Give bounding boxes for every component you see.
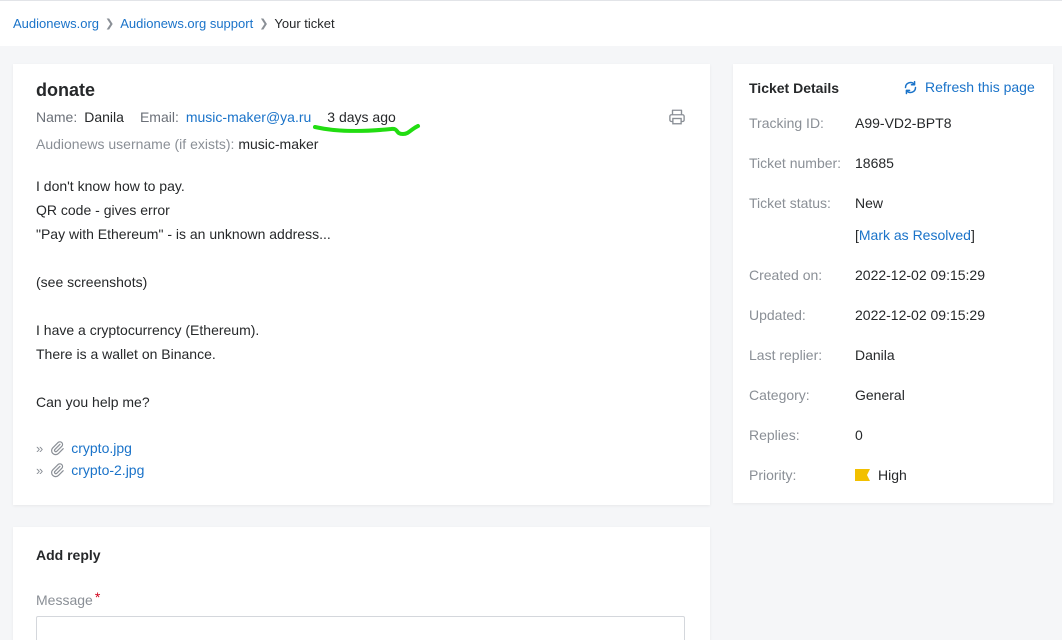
message-line: QR code - gives error: [36, 202, 170, 218]
message-line: I don't know how to pay.: [36, 178, 185, 194]
top-bar: Audionews.org ❯ Audionews.org support ❯ …: [0, 0, 1062, 46]
chevron-right-icon: ❯: [105, 18, 115, 30]
message-line: [36, 294, 676, 318]
replies-value: 0: [855, 427, 863, 443]
category-value: General: [855, 387, 905, 403]
detail-label: Last replier:: [749, 347, 823, 363]
refresh-page-link[interactable]: Refresh this page: [903, 79, 1035, 95]
add-reply-card: Add reply Message *: [13, 527, 710, 640]
required-asterisk: *: [94, 589, 101, 605]
mark-resolved-link[interactable]: Mark as Resolved: [859, 227, 971, 243]
detail-label: Ticket number:: [749, 155, 842, 171]
detail-label: Tracking ID:: [749, 115, 824, 131]
message-textarea[interactable]: [36, 616, 685, 640]
name-label: Name:: [36, 109, 78, 125]
message-line: "Pay with Ethereum" - is an unknown addr…: [36, 226, 331, 242]
detail-label: Category:: [749, 387, 810, 403]
ticket-message: I don't know how to pay. QR code - gives…: [36, 174, 676, 414]
message-line: [36, 366, 676, 390]
refresh-label[interactable]: Refresh this page: [925, 79, 1035, 95]
username-value: music-maker: [238, 136, 319, 152]
detail-label: Priority:: [749, 467, 797, 483]
requester-name: Danila: [84, 109, 124, 125]
priority-flag-icon: [855, 469, 870, 481]
attachment-item: » crypto.jpg: [36, 437, 144, 459]
breadcrumb-current: Your ticket: [274, 16, 335, 31]
message-line: I have a cryptocurrency (Ethereum).: [36, 322, 260, 338]
created-value: 2022-12-02 09:15:29: [855, 267, 985, 283]
add-reply-title: Add reply: [36, 547, 101, 563]
email-label: Email:: [139, 109, 179, 125]
message-label-text: Message: [36, 592, 93, 608]
bullet-icon: »: [36, 462, 44, 478]
priority-value: High: [855, 467, 907, 483]
mark-resolved: [Mark as Resolved]: [855, 227, 975, 243]
ticket-card: donate Name: Danila Email: music-maker@y…: [13, 64, 710, 505]
detail-label: Updated:: [749, 307, 806, 323]
refresh-icon: [904, 80, 917, 94]
ticket-number-value: 18685: [855, 155, 894, 171]
message-line: There is a wallet on Binance.: [36, 346, 216, 362]
requester-email-link[interactable]: music-maker@ya.ru: [186, 109, 311, 125]
last-replier-value: Danila: [855, 347, 895, 363]
detail-label: Created on:: [749, 267, 823, 283]
details-title: Ticket Details: [749, 80, 840, 96]
paperclip-icon: [51, 441, 65, 456]
ticket-title: donate: [36, 80, 96, 100]
bracket-close: ]: [970, 227, 975, 243]
attachment-link[interactable]: crypto-2.jpg: [71, 462, 144, 478]
attachment-link[interactable]: crypto.jpg: [71, 440, 132, 456]
detail-label: Ticket status:: [749, 195, 831, 211]
updated-value: 2022-12-02 09:15:29: [855, 307, 985, 323]
priority-text: High: [878, 467, 907, 483]
print-icon[interactable]: [668, 108, 686, 126]
breadcrumb-link-home[interactable]: Audionews.org: [13, 16, 99, 31]
attachment-item: » crypto-2.jpg: [36, 459, 144, 481]
chevron-right-icon: ❯: [259, 18, 269, 30]
breadcrumb: Audionews.org ❯ Audionews.org support ❯ …: [13, 16, 335, 31]
highlight-scribble: [313, 124, 420, 136]
ticket-details-card: Ticket Details Refresh this page Trackin…: [733, 64, 1053, 503]
breadcrumb-link-support[interactable]: Audionews.org support: [120, 16, 253, 31]
status-value: New: [855, 195, 884, 211]
paperclip-icon: [51, 463, 65, 478]
message-label: Message *: [36, 589, 101, 608]
attachments-list: » crypto.jpg » crypto-2.jpg: [36, 437, 144, 481]
tracking-id-value: A99-VD2-BPT8: [855, 115, 952, 131]
message-line: Can you help me?: [36, 394, 150, 410]
username-label: Audionews username (if exists):: [36, 136, 235, 152]
message-line: (see screenshots): [36, 274, 148, 290]
username-line: Audionews username (if exists): music-ma…: [36, 136, 318, 152]
detail-label: Replies:: [749, 427, 800, 443]
bullet-icon: »: [36, 440, 44, 456]
message-line: [36, 246, 676, 270]
